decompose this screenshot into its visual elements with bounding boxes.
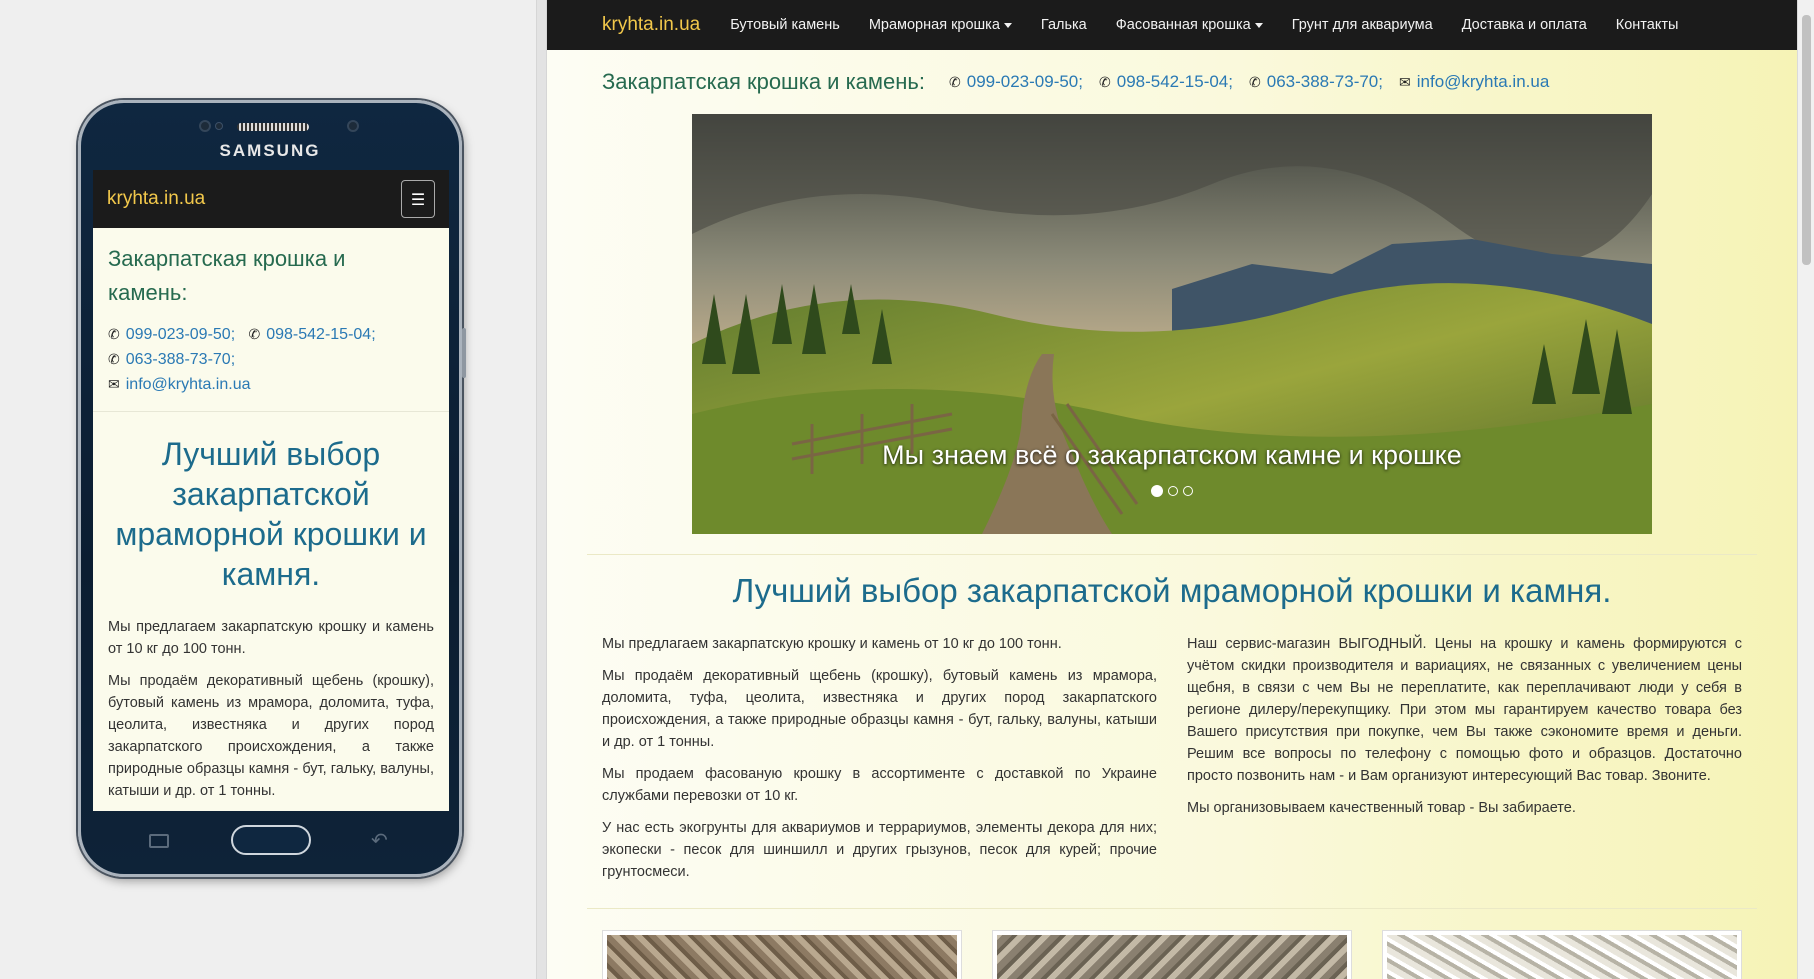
scrollbar-thumb[interactable]	[1802, 15, 1811, 265]
page-scrollbar[interactable]	[1797, 0, 1814, 979]
nav-item-label: Галька	[1040, 17, 1087, 33]
phone-icon: ✆	[108, 351, 120, 367]
phone-camera-icon	[347, 120, 359, 132]
mobile-preview-pane: SAMSUNG kryhta.in.ua ☰ Закарпатская крош…	[0, 0, 545, 979]
phone-icon: ✆	[108, 326, 120, 342]
hamburger-icon[interactable]: ☰	[401, 180, 435, 218]
home-button[interactable]	[231, 825, 311, 855]
paragraph: Мы продаем фасованую крошку в ассортимен…	[602, 766, 1157, 804]
phone-contact: ✆ 099-023-09-50;	[949, 72, 1083, 92]
contacts-lead: Закарпатская крошка и камень:	[602, 69, 925, 94]
phone-sensor-icon	[215, 122, 223, 130]
product-thumbnail[interactable]	[602, 930, 962, 979]
envelope-icon: ✉	[1399, 74, 1411, 90]
email-contact: ✉ info@kryhta.in.ua	[1399, 72, 1549, 92]
carousel-indicator[interactable]	[1168, 486, 1178, 496]
carousel-landscape-image	[692, 114, 1652, 534]
phone-screen: kryhta.in.ua ☰ Закарпатская крошка и кам…	[93, 170, 449, 811]
hero-carousel[interactable]: ‹ › Мы знаем всё о закарпатском камне и …	[692, 114, 1652, 534]
mobile-email-row: ✉ info@kryhta.in.ua	[108, 372, 434, 397]
phone-speaker	[237, 123, 309, 131]
mobile-paragraph: Мы предлагаем закарпатскую крошку и каме…	[108, 619, 434, 657]
mobile-lead-line: Закарпатская крошка и	[108, 246, 346, 271]
phone-icon: ✆	[1249, 74, 1261, 90]
mobile-lead-line: камень:	[108, 280, 188, 305]
nav-item-label: Доставка и оплата	[1461, 17, 1587, 33]
paragraph: Наш сервис-магазин ВЫГОДНЫЙ. Цены на кро…	[1187, 636, 1742, 784]
paragraph: Мы организовываем качественный товар - В…	[1187, 800, 1576, 816]
phone-icon: ✆	[1099, 74, 1111, 90]
phone-side-button	[462, 328, 466, 378]
carousel-caption: Мы знаем всё о закарпатском камне и крош…	[882, 440, 1462, 470]
phone-contact: ✆ 098-542-15-04;	[1099, 72, 1233, 92]
mobile-phone-row: ✆ 099-023-09-50; ✆ 098-542-15-04;	[108, 322, 434, 347]
email-link[interactable]: info@kryhta.in.ua	[1417, 72, 1550, 91]
top-navbar: kryhta.in.ua Бутовый камень Мраморная кр…	[547, 0, 1797, 50]
paragraph: Мы предлагаем закарпатскую крошку и каме…	[602, 636, 1062, 652]
phone-contact: ✆ 063-388-73-70;	[1249, 72, 1383, 92]
mobile-phone-link[interactable]: 063-388-73-70;	[126, 351, 235, 368]
mobile-phone-link[interactable]: 099-023-09-50;	[126, 326, 235, 343]
recent-apps-icon[interactable]	[149, 834, 169, 848]
intro-column-right: Наш сервис-магазин ВЫГОДНЫЙ. Цены на кро…	[1187, 633, 1742, 829]
nav-item-butovyi-kamen[interactable]: Бутовый камень	[730, 17, 840, 33]
nav-item-fasovannaya-kroshka[interactable]: Фасованная крошка	[1116, 17, 1263, 33]
nav-item-grunt-akvarium[interactable]: Грунт для аквариума	[1292, 17, 1433, 33]
pane-divider[interactable]	[536, 0, 547, 979]
carousel-indicator[interactable]	[1151, 485, 1163, 497]
caret-down-icon	[1254, 22, 1263, 28]
product-image	[1387, 935, 1737, 979]
nav-item-label: Бутовый камень	[730, 17, 840, 33]
back-icon[interactable]: ↶	[371, 828, 388, 852]
divider	[587, 908, 1757, 909]
mobile-paragraph: Мы продаём декоративный щебень (крошку),…	[108, 673, 434, 799]
mobile-contacts: Закарпатская крошка и камень: ✆ 099-023-0…	[93, 228, 449, 412]
envelope-icon: ✉	[108, 376, 120, 392]
mobile-page-title: Лучший выбор закарпатской мраморной крош…	[115, 436, 427, 592]
phone-link[interactable]: 063-388-73-70;	[1267, 72, 1383, 91]
mobile-phone-row: ✆ 063-388-73-70;	[108, 347, 434, 372]
product-image	[997, 935, 1347, 979]
carousel-indicator[interactable]	[1183, 486, 1193, 496]
phone-frame: SAMSUNG kryhta.in.ua ☰ Закарпатская крош…	[78, 100, 466, 877]
page-title: Лучший выбор закарпатской мраморной крош…	[732, 572, 1612, 609]
nav-item-label: Мраморная крошка	[868, 17, 1000, 33]
caret-down-icon	[1003, 22, 1012, 28]
mobile-navbar: kryhta.in.ua ☰	[93, 170, 449, 228]
contact-bar: Закарпатская крошка и камень: ✆ 099-023-0…	[547, 50, 1797, 114]
paragraph: У нас есть экогрунты для аквариумов и те…	[602, 820, 1157, 880]
mobile-phone-link[interactable]: 098-542-15-04;	[266, 326, 375, 343]
desktop-site: kryhta.in.ua Бутовый камень Мраморная кр…	[547, 0, 1797, 979]
product-thumbnail[interactable]	[1382, 930, 1742, 979]
nav-item-galka[interactable]: Галька	[1041, 17, 1087, 33]
nav-item-label: Контакты	[1615, 17, 1679, 33]
nav-item-kontakty[interactable]: Контакты	[1616, 17, 1679, 33]
phone-icon: ✆	[949, 74, 961, 90]
mobile-contacts-lead: Закарпатская крошка и камень:	[108, 242, 434, 310]
nav-item-dostavka[interactable]: Доставка и оплата	[1462, 17, 1587, 33]
nav-item-label: Фасованная крошка	[1115, 17, 1251, 33]
intro-column-left: Мы предлагаем закарпатскую крошку и каме…	[602, 633, 1157, 893]
product-image	[607, 935, 957, 979]
carousel-indicators	[692, 485, 1652, 497]
phone-link[interactable]: 099-023-09-50;	[967, 72, 1083, 91]
paragraph: Мы продаём декоративный щебень (крошку),…	[602, 668, 1157, 750]
mobile-email-link[interactable]: info@kryhta.in.ua	[126, 376, 251, 393]
product-thumbnail[interactable]	[992, 930, 1352, 979]
phone-icon: ✆	[248, 326, 261, 342]
nav-item-label: Грунт для аквариума	[1291, 17, 1433, 33]
phone-link[interactable]: 098-542-15-04;	[1117, 72, 1233, 91]
phone-brand-label: SAMSUNG	[219, 141, 321, 160]
phone-sensor-icon	[199, 120, 211, 132]
divider	[587, 554, 1757, 555]
nav-item-mramornaya-kroshka[interactable]: Мраморная крошка	[869, 17, 1012, 33]
brand-link[interactable]: kryhta.in.ua	[602, 14, 700, 36]
mobile-brand-link[interactable]: kryhta.in.ua	[107, 188, 205, 210]
